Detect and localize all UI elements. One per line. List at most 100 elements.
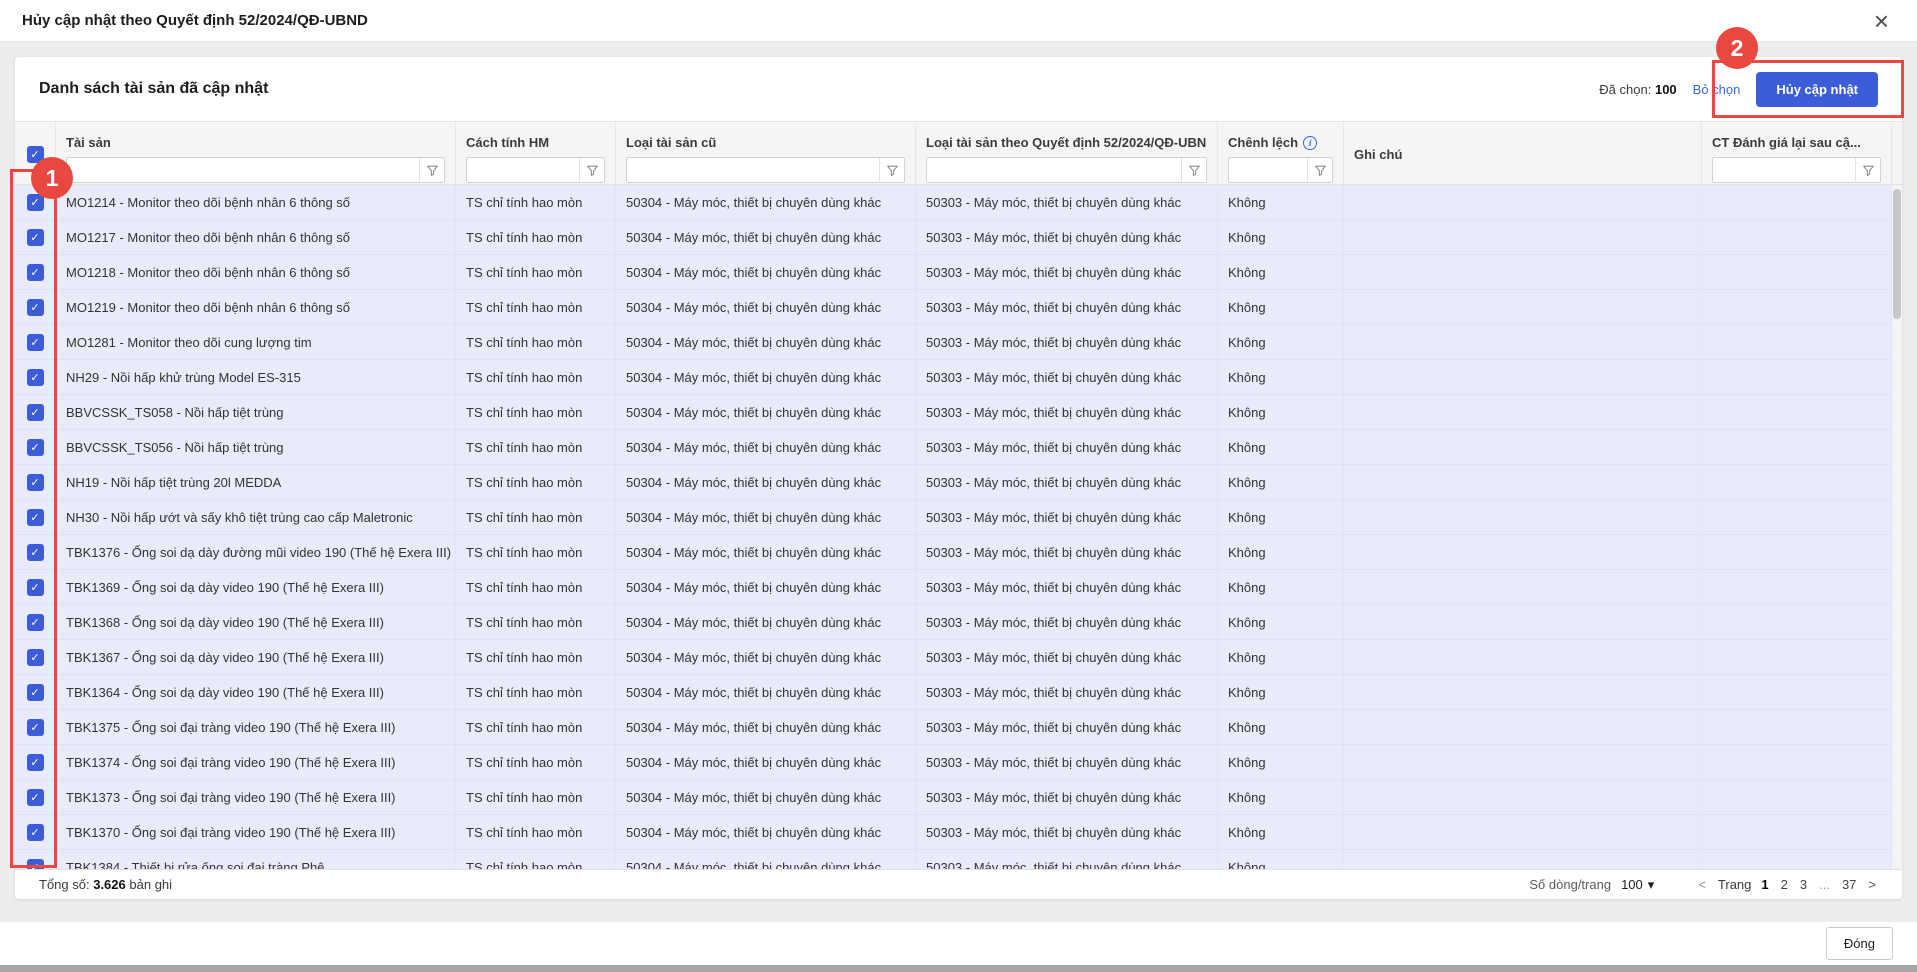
info-icon[interactable]: i [1303, 136, 1317, 150]
row-checkbox[interactable]: ✓ [27, 299, 44, 316]
row-checkbox[interactable]: ✓ [27, 614, 44, 631]
cell-loai-tai-san-cu: 50304 - Máy móc, thiết bị chuyên dùng kh… [616, 675, 916, 709]
filter-icon[interactable] [419, 158, 444, 182]
next-page-arrow[interactable]: > [1866, 877, 1878, 892]
table-row: ✓ MO1281 - Monitor theo dõi cung lượng t… [15, 325, 1902, 360]
row-checkbox[interactable]: ✓ [27, 579, 44, 596]
row-checkbox[interactable]: ✓ [27, 439, 44, 456]
total-label: Tổng số: [39, 877, 90, 892]
cell-cach-tinh-hm: TS chỉ tính hao mòn [456, 570, 616, 604]
column-header-cach-tinh-hm: Cách tính HM [466, 122, 605, 152]
cell-ghi-chu [1344, 325, 1702, 359]
table-row: ✓ TBK1376 - Ống soi dạ dày đường mũi vid… [15, 535, 1902, 570]
cell-cach-tinh-hm: TS chỉ tính hao mòn [456, 465, 616, 499]
row-checkbox[interactable]: ✓ [27, 684, 44, 701]
cell-ct-danh-gia [1702, 570, 1892, 604]
cell-ghi-chu [1344, 360, 1702, 394]
row-checkbox[interactable]: ✓ [27, 544, 44, 561]
row-checkbox[interactable]: ✓ [27, 194, 44, 211]
cell-ghi-chu [1344, 255, 1702, 289]
table-row: ✓ MO1219 - Monitor theo dõi bệnh nhân 6 … [15, 290, 1902, 325]
cell-loai-tai-san-cu: 50304 - Máy móc, thiết bị chuyên dùng kh… [616, 465, 916, 499]
page-list: 123...37 [1761, 877, 1856, 892]
cell-tai-san: BBVCSSK_TS056 - Nồi hấp tiệt trùng [56, 430, 456, 464]
page-number[interactable]: 37 [1842, 877, 1856, 892]
cancel-update-button[interactable]: Hủy cập nhật [1756, 72, 1878, 107]
close-icon[interactable]: × [1868, 8, 1895, 34]
cell-loai-tai-san-cu: 50304 - Máy móc, thiết bị chuyên dùng kh… [616, 780, 916, 814]
row-checkbox[interactable]: ✓ [27, 229, 44, 246]
row-checkbox[interactable]: ✓ [27, 264, 44, 281]
page-number[interactable]: 2 [1781, 877, 1788, 892]
cell-ct-danh-gia [1702, 465, 1892, 499]
cell-tai-san: TBK1384 - Thiết bị rửa ống soi đại tràng… [56, 850, 456, 869]
cell-loai-tai-san-moi: 50303 - Máy móc, thiết bị chuyên dùng kh… [916, 220, 1218, 254]
row-checkbox-cell: ✓ [15, 745, 56, 779]
check-icon: ✓ [30, 686, 39, 699]
prev-page-arrow[interactable]: < [1696, 877, 1708, 892]
select-all-checkbox[interactable]: ✓ [27, 146, 44, 163]
check-icon: ✓ [30, 616, 39, 629]
scrollbar-thumb[interactable] [1893, 189, 1901, 319]
cell-ghi-chu [1344, 395, 1702, 429]
row-checkbox-cell: ✓ [15, 675, 56, 709]
vertical-scrollbar[interactable] [1892, 185, 1902, 869]
selected-count-label: Đã chọn: 100 [1599, 82, 1676, 97]
row-checkbox[interactable]: ✓ [27, 509, 44, 526]
filter-input-tai-san[interactable] [66, 157, 445, 183]
cell-chenh-lech: Không [1218, 535, 1344, 569]
cell-loai-tai-san-cu: 50304 - Máy móc, thiết bị chuyên dùng kh… [616, 325, 916, 359]
row-checkbox[interactable]: ✓ [27, 369, 44, 386]
table-row: ✓ TBK1364 - Ống soi dạ dày video 190 (Th… [15, 675, 1902, 710]
row-checkbox[interactable]: ✓ [27, 859, 44, 870]
check-icon: ✓ [30, 651, 39, 664]
filter-icon[interactable] [579, 158, 604, 182]
filter-icon[interactable] [1181, 158, 1206, 182]
column-loai-tai-san-cu: Loại tài sản cũ [616, 122, 916, 186]
cell-tai-san: MO1214 - Monitor theo dõi bệnh nhân 6 th… [56, 185, 456, 219]
cell-ct-danh-gia [1702, 220, 1892, 254]
page-number[interactable]: 1 [1761, 877, 1768, 892]
row-checkbox[interactable]: ✓ [27, 474, 44, 491]
cell-cach-tinh-hm: TS chỉ tính hao mòn [456, 710, 616, 744]
column-ct-danh-gia: CT Đánh giá lại sau cậ... [1702, 122, 1892, 186]
cell-ct-danh-gia [1702, 640, 1892, 674]
filter-icon[interactable] [1855, 158, 1880, 182]
cell-cach-tinh-hm: TS chỉ tính hao mòn [456, 850, 616, 869]
cell-loai-tai-san-moi: 50303 - Máy móc, thiết bị chuyên dùng kh… [916, 850, 1218, 869]
row-checkbox[interactable]: ✓ [27, 789, 44, 806]
cell-chenh-lech: Không [1218, 465, 1344, 499]
cell-ct-danh-gia [1702, 675, 1892, 709]
row-checkbox-cell: ✓ [15, 465, 56, 499]
filter-input-loai-tai-san-moi[interactable] [926, 157, 1207, 183]
row-checkbox[interactable]: ✓ [27, 824, 44, 841]
cell-tai-san: TBK1375 - Ống soi đại tràng video 190 (T… [56, 710, 456, 744]
cell-loai-tai-san-cu: 50304 - Máy móc, thiết bị chuyên dùng kh… [616, 500, 916, 534]
cell-loai-tai-san-cu: 50304 - Máy móc, thiết bị chuyên dùng kh… [616, 360, 916, 394]
row-checkbox[interactable]: ✓ [27, 754, 44, 771]
deselect-link[interactable]: Bỏ chọn [1693, 82, 1741, 97]
cell-loai-tai-san-cu: 50304 - Máy móc, thiết bị chuyên dùng kh… [616, 745, 916, 779]
filter-input-loai-tai-san-cu[interactable] [626, 157, 905, 183]
header-spacer [1892, 122, 1902, 186]
filter-icon[interactable] [1307, 158, 1332, 182]
row-checkbox[interactable]: ✓ [27, 334, 44, 351]
check-icon: ✓ [30, 826, 39, 839]
column-tai-san: Tài sản [56, 122, 456, 186]
row-checkbox[interactable]: ✓ [27, 649, 44, 666]
cell-ct-danh-gia [1702, 325, 1892, 359]
filter-icon[interactable] [879, 158, 904, 182]
page-number[interactable]: 3 [1800, 877, 1807, 892]
row-checkbox-cell: ✓ [15, 185, 56, 219]
row-checkbox-cell: ✓ [15, 430, 56, 464]
table-row: ✓ TBK1369 - Ống soi dạ dày video 190 (Th… [15, 570, 1902, 605]
row-checkbox[interactable]: ✓ [27, 404, 44, 421]
cell-loai-tai-san-cu: 50304 - Máy móc, thiết bị chuyên dùng kh… [616, 290, 916, 324]
rows-per-page-select[interactable]: 100 ▾ [1621, 877, 1654, 893]
cell-tai-san: NH29 - Nồi hấp khử trùng Model ES-315 [56, 360, 456, 394]
close-button[interactable]: Đóng [1826, 927, 1893, 960]
cell-ct-danh-gia [1702, 185, 1892, 219]
window-bottom-scrollbar[interactable] [0, 965, 1917, 972]
row-checkbox[interactable]: ✓ [27, 719, 44, 736]
cell-ghi-chu [1344, 290, 1702, 324]
